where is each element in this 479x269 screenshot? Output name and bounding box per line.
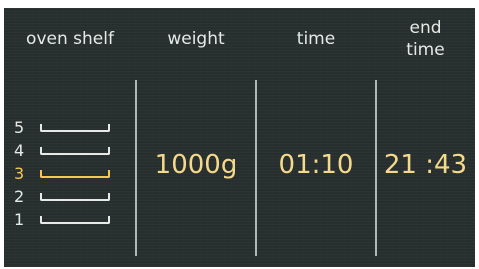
shelf-1[interactable]: 1 [14,210,124,230]
time-column[interactable]: time 01:10 [256,8,376,267]
end-time-column[interactable]: end time 21 :43 [376,8,475,267]
end-time-value[interactable]: 21 :43 [376,150,475,180]
weight-header: weight [167,29,225,49]
shelf-number: 3 [14,164,25,183]
oven-shelf-column: oven shelf 5 4 3 2 1 [4,8,136,267]
shelf-number: 4 [14,141,25,160]
shelf-5[interactable]: 5 [14,118,124,138]
shelf-number: 2 [14,187,25,206]
shelf-rack-icon [40,193,110,201]
shelf-number: 5 [14,118,25,137]
weight-value[interactable]: 1000g [136,150,256,180]
shelf-rack-icon [40,124,110,132]
shelf-rack-icon [40,216,110,224]
oven-display: oven shelf 5 4 3 2 1 weight 1000g time 0 [4,8,475,267]
time-value[interactable]: 01:10 [256,150,376,180]
shelf-rack-icon [40,147,110,155]
shelf-rack-icon [40,170,110,178]
time-header: time [296,29,336,49]
oven-shelf-header: oven shelf [26,29,114,49]
shelf-2[interactable]: 2 [14,187,124,207]
weight-column[interactable]: weight 1000g [136,8,256,267]
shelf-3-selected[interactable]: 3 [14,164,124,184]
shelf-4[interactable]: 4 [14,141,124,161]
shelf-number: 1 [14,210,25,229]
end-time-header: end time [406,18,445,60]
